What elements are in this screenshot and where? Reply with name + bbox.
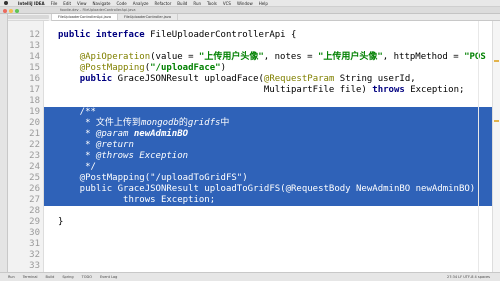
- menu-run[interactable]: Run: [193, 1, 201, 6]
- code-line[interactable]: public GraceJSONResult uploadToGridFS(@R…: [58, 184, 476, 195]
- line-number: 21: [29, 129, 40, 139]
- line-number: 28: [29, 206, 40, 216]
- line-number: 24: [29, 162, 40, 172]
- line-number: 33: [29, 261, 40, 271]
- build-tool-button[interactable]: Build: [46, 275, 55, 279]
- line-number: 26: [29, 184, 40, 194]
- line-number: 19: [29, 107, 40, 117]
- menu-edit[interactable]: Edit: [63, 1, 71, 6]
- window-controls: [3, 8, 19, 13]
- menu-file[interactable]: File: [51, 1, 58, 6]
- line-number: 12: [29, 30, 40, 40]
- editor-tabs: FileUploaderControllerApi.java FileUploa…: [52, 14, 500, 21]
- line-number: 22: [29, 140, 40, 150]
- left-tool-window-bar[interactable]: [0, 14, 8, 275]
- code-line[interactable]: public interface FileUploaderControllerA…: [58, 30, 296, 41]
- scrollbar-marker: [494, 120, 499, 122]
- code-line[interactable]: */: [58, 162, 96, 173]
- line-number: 20: [29, 118, 40, 128]
- project-tree-item[interactable]: [2, 15, 49, 19]
- line-number: 18: [29, 96, 40, 106]
- code-line[interactable]: }: [58, 217, 63, 228]
- line-number: 15: [29, 63, 40, 73]
- line-number: 16: [29, 74, 40, 84]
- line-number: 25: [29, 173, 40, 183]
- code-line[interactable]: * 文件上传到mongodb的gridfs中: [58, 118, 229, 129]
- event-log-button[interactable]: Event Log: [100, 275, 117, 279]
- code-line[interactable]: public GraceJSONResult uploadFace(@Reque…: [58, 74, 416, 85]
- menu-bar: IntelliJ IDEA File Edit View Navigate Co…: [0, 0, 500, 7]
- spring-tool-button[interactable]: Spring: [62, 275, 73, 279]
- selection-highlight: [44, 107, 496, 118]
- line-number: 13: [29, 41, 40, 51]
- line-number: 30: [29, 228, 40, 238]
- code-editor[interactable]: public interface FileUploaderControllerA…: [44, 21, 496, 275]
- line-number: 27: [29, 195, 40, 205]
- code-line[interactable]: * @return: [58, 140, 134, 151]
- todo-tool-button[interactable]: TODO: [82, 275, 92, 279]
- menu-code[interactable]: Code: [117, 1, 127, 6]
- menu-refactor[interactable]: Refactor: [155, 1, 172, 6]
- status-bar: Run Terminal Build Spring TODO Event Log…: [0, 272, 500, 281]
- line-number: 32: [29, 250, 40, 260]
- code-line[interactable]: MultipartFile file) throws Exception;: [58, 85, 465, 96]
- zoom-window-icon[interactable]: [15, 8, 19, 13]
- window-titlebar: foodie-dev – FileUploaderControllerApi.j…: [0, 7, 500, 14]
- scrollbar-marker: [494, 60, 499, 62]
- selection-highlight: [44, 162, 496, 173]
- code-line[interactable]: * @param newAdminBO: [58, 129, 188, 140]
- code-line[interactable]: throws Exception;: [58, 195, 215, 206]
- app-menu[interactable]: IntelliJ IDEA: [18, 1, 45, 6]
- menu-navigate[interactable]: Navigate: [93, 1, 111, 6]
- menu-view[interactable]: View: [77, 1, 87, 6]
- code-line[interactable]: @ApiOperation(value = "上传用户头像", notes = …: [58, 52, 486, 63]
- menu-vcs[interactable]: VCS: [223, 1, 231, 6]
- line-number: 29: [29, 217, 40, 227]
- apple-icon[interactable]: [4, 1, 8, 5]
- close-window-icon[interactable]: [3, 8, 7, 13]
- terminal-tool-button[interactable]: Terminal: [23, 275, 38, 279]
- menu-help[interactable]: Help: [259, 1, 268, 6]
- code-line[interactable]: /**: [58, 107, 96, 118]
- tab-fileuploadercontroller[interactable]: FileUploaderController.java: [118, 14, 179, 20]
- line-number: 23: [29, 151, 40, 161]
- right-margin-guide: [478, 21, 479, 275]
- line-number: 31: [29, 239, 40, 249]
- code-line[interactable]: @PostMapping("/uploadToGridFS"): [58, 173, 248, 184]
- menu-tools[interactable]: Tools: [207, 1, 217, 6]
- menu-analyze[interactable]: Analyze: [133, 1, 149, 6]
- line-number: 17: [29, 85, 40, 95]
- cursor-position[interactable]: 27:34 LF UTF-8 4 spaces: [447, 275, 490, 279]
- code-line[interactable]: @PostMapping("/uploadFace"): [58, 63, 226, 74]
- menu-build[interactable]: Build: [177, 1, 187, 6]
- run-tool-button[interactable]: Run: [8, 275, 15, 279]
- minimize-window-icon[interactable]: [9, 8, 13, 13]
- window-title: foodie-dev – FileUploaderControllerApi.j…: [60, 8, 136, 12]
- line-number: 14: [29, 52, 40, 62]
- tab-fileuploadercontrollerapi[interactable]: FileUploaderControllerApi.java: [52, 14, 118, 20]
- code-line[interactable]: * @throws Exception: [58, 151, 188, 162]
- menu-window[interactable]: Window: [237, 1, 253, 6]
